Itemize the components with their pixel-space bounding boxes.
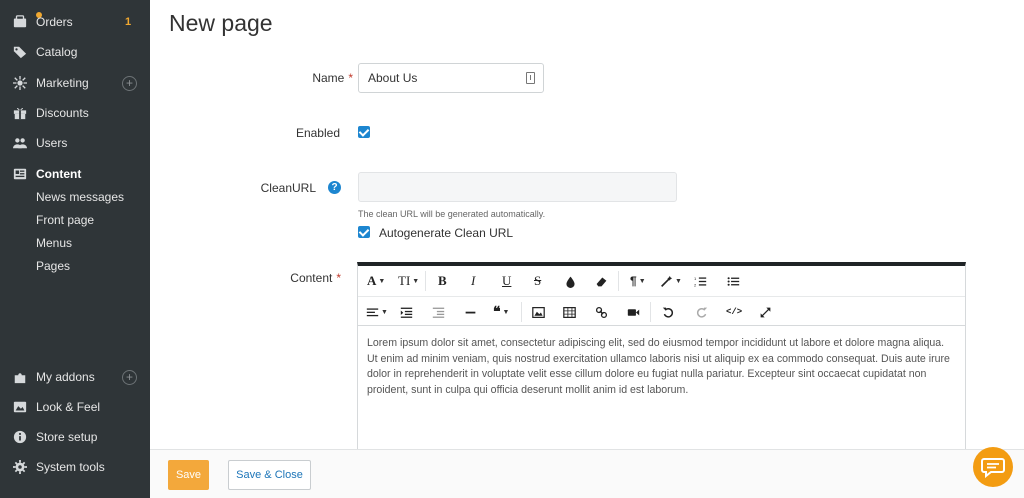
paragraph-icon[interactable]: ¶ ▼ [630, 272, 646, 290]
editor-content[interactable]: Lorem ipsum dolor sit amet, consectetur … [367, 336, 957, 398]
help-icon[interactable]: ? [328, 181, 341, 194]
autogenerate-checkbox[interactable] [358, 226, 370, 238]
sidebar-item-label: Users [36, 136, 68, 150]
sidebar-item-users[interactable]: Users [0, 131, 150, 155]
toolbar-divider [618, 271, 619, 291]
chat-icon [981, 458, 1005, 478]
sidebar-item-label: Look & Feel [36, 400, 101, 414]
image-icon [12, 399, 28, 415]
add-marketing-button[interactable]: + [122, 75, 137, 91]
orders-count-badge: 1 [125, 16, 132, 28]
sidebar-item-label: My addons [36, 370, 95, 384]
image-icon[interactable] [532, 303, 545, 321]
sidebar-subitem-news-messages[interactable]: News messages [36, 190, 124, 204]
add-addon-button[interactable]: + [122, 369, 137, 385]
sidebar-item-label: Marketing [36, 76, 89, 90]
info-icon [12, 429, 28, 445]
sidebar-item-label: Content [36, 167, 82, 181]
horizontal-rule-icon[interactable] [464, 303, 477, 321]
sidebar-item-store-setup[interactable]: Store setup [0, 425, 150, 449]
sidebar-item-my-addons[interactable]: My addons + [0, 365, 150, 389]
main-content: New page Name * About Us Enabled CleanURL… [150, 0, 1024, 498]
cleanurl-hint: The clean URL will be generated automati… [358, 209, 546, 219]
puzzle-icon [12, 369, 28, 385]
marketing-icon [12, 75, 28, 91]
quote-icon[interactable]: ❝ ▼ [493, 303, 509, 321]
sidebar-item-look-feel[interactable]: Look & Feel [0, 395, 150, 419]
toolbar-divider [425, 271, 426, 291]
name-input[interactable]: About Us [358, 63, 544, 93]
users-icon [12, 135, 28, 151]
orders-icon [12, 12, 42, 30]
sidebar-item-catalog[interactable]: Catalog [0, 40, 150, 64]
sidebar-item-content[interactable]: Content [0, 162, 150, 186]
sidebar-item-label: Store setup [36, 430, 98, 444]
ordered-list-icon[interactable]: 12 [694, 272, 707, 290]
required-mark: * [336, 271, 341, 285]
gift-icon [12, 105, 28, 121]
page-title: New page [169, 10, 273, 36]
underline-icon[interactable]: U [502, 272, 511, 290]
svg-text:1: 1 [694, 275, 697, 280]
sidebar-item-marketing[interactable]: Marketing + [0, 71, 150, 95]
sidebar-item-label: Discounts [36, 106, 89, 120]
autogenerate-label: Autogenerate Clean URL [379, 226, 514, 240]
indent-icon[interactable] [400, 303, 413, 321]
save-button[interactable]: Save [168, 460, 209, 490]
sidebar-item-label: System tools [36, 460, 105, 474]
undo-icon[interactable] [662, 303, 675, 321]
redo-icon[interactable] [695, 303, 708, 321]
sidebar-item-system-tools[interactable]: System tools [0, 455, 150, 479]
strikethrough-icon[interactable]: S [534, 272, 541, 290]
link-icon[interactable] [595, 303, 608, 321]
content-icon [12, 166, 28, 182]
unordered-list-icon[interactable] [727, 272, 740, 290]
save-close-button[interactable]: Save & Close [228, 460, 311, 490]
sidebar-subitem-menus[interactable]: Menus [36, 236, 72, 250]
align-icon[interactable]: ▼ [366, 303, 388, 321]
sidebar-subitem-pages[interactable]: Pages [36, 259, 70, 273]
italic-icon[interactable]: I [471, 272, 475, 290]
toolbar-divider [358, 325, 965, 326]
table-icon[interactable] [563, 303, 576, 321]
tag-icon [12, 44, 28, 60]
rich-text-editor[interactable]: A ▼ TI ▼ B I U S ¶ ▼ ▼ 12 ▼ ❝ ▼ </> Lore… [357, 262, 966, 452]
sidebar-item-label: Orders [36, 15, 73, 29]
cleanurl-input[interactable] [358, 172, 677, 202]
gear-icon [12, 459, 28, 475]
enabled-label: Enabled [295, 126, 340, 140]
content-label: Content * [290, 271, 341, 285]
editor-toolbar-row-2: ▼ ❝ ▼ </> [358, 296, 965, 326]
sidebar-item-label: Catalog [36, 45, 78, 59]
sidebar: Orders 1 Catalog Marketing + Discounts U… [0, 0, 150, 498]
sidebar-item-discounts[interactable]: Discounts [0, 101, 150, 125]
sidebar-item-orders[interactable]: Orders 1 [0, 10, 150, 34]
editor-toolbar-row-1: A ▼ TI ▼ B I U S ¶ ▼ ▼ 12 [358, 266, 965, 296]
bold-icon[interactable]: B [438, 272, 447, 290]
toolbar-divider [521, 302, 522, 322]
svg-text:2: 2 [694, 282, 697, 287]
fullscreen-icon[interactable] [759, 303, 772, 321]
sidebar-subitem-front-page[interactable]: Front page [36, 213, 94, 227]
field-info-icon [526, 72, 535, 84]
cleanurl-label: CleanURL [260, 181, 316, 195]
color-drop-icon[interactable] [564, 272, 577, 290]
toolbar-divider [650, 302, 651, 322]
chat-support-button[interactable] [973, 447, 1013, 487]
enabled-checkbox[interactable] [358, 126, 370, 138]
magic-wand-icon[interactable]: ▼ [660, 272, 682, 290]
text-size-icon[interactable]: TI ▼ [398, 272, 419, 290]
eraser-icon[interactable] [595, 272, 608, 290]
video-icon[interactable] [627, 303, 640, 321]
form-footer: Save Save & Close [150, 447, 1024, 498]
required-mark: * [348, 71, 353, 85]
code-view-icon[interactable]: </> [726, 303, 742, 321]
font-icon[interactable]: A ▼ [367, 272, 385, 290]
outdent-icon[interactable] [432, 303, 445, 321]
name-input-value: About Us [368, 71, 418, 85]
name-label: Name * [312, 71, 353, 85]
